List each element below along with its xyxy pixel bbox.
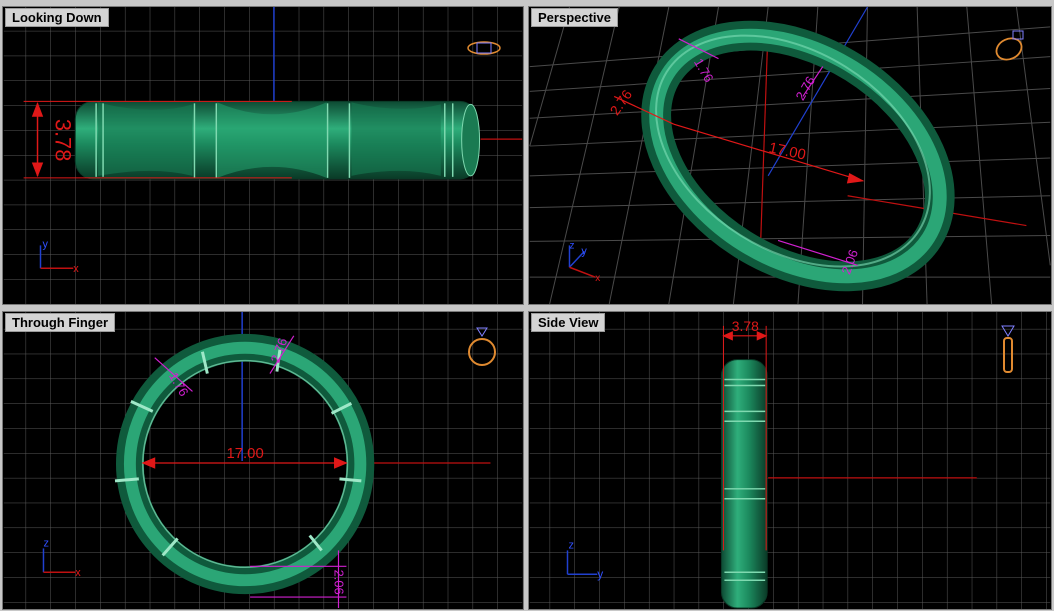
side-view-scene: 3.78 z y xyxy=(529,312,1051,609)
svg-text:2.06: 2.06 xyxy=(332,570,347,595)
svg-text:x: x xyxy=(73,263,79,275)
ring-side-icon[interactable] xyxy=(997,322,1019,378)
viewport-looking-down[interactable]: Looking Down 3.78 y x xyxy=(2,6,524,305)
svg-text:x: x xyxy=(595,273,600,284)
svg-text:y: y xyxy=(581,245,587,257)
through-finger-scene: 17.00 1.76 2.76 2.06 z x xyxy=(3,312,523,609)
svg-text:z: z xyxy=(568,539,573,551)
viewport-perspective[interactable]: Perspective 17.00 2.76 1.76 2.76 2.06 z … xyxy=(528,6,1052,305)
svg-text:x: x xyxy=(75,567,81,579)
svg-text:17.00: 17.00 xyxy=(227,446,264,462)
viewport-side-view[interactable]: Side View 3.78 z y xyxy=(528,311,1052,610)
ring-perspective-icon[interactable] xyxy=(991,25,1031,65)
looking-down-scene: 3.78 y x xyxy=(3,7,523,304)
ring-front-icon[interactable] xyxy=(465,322,499,374)
viewport-title[interactable]: Looking Down xyxy=(5,8,109,27)
dimension-label: 3.78 xyxy=(50,119,75,162)
viewport-title[interactable]: Side View xyxy=(531,313,606,332)
ring-body xyxy=(720,359,768,609)
perspective-scene: 17.00 2.76 1.76 2.76 2.06 z y x xyxy=(529,7,1051,304)
viewport-title[interactable]: Through Finger xyxy=(5,313,116,332)
viewport-through-finger[interactable]: Through Finger 17.00 1.76 2.76 2.06 z x xyxy=(2,311,524,610)
viewport-title[interactable]: Perspective xyxy=(531,8,618,27)
ring-body xyxy=(74,100,481,180)
svg-text:z: z xyxy=(569,240,574,251)
svg-text:17.00: 17.00 xyxy=(767,140,807,163)
svg-text:y: y xyxy=(597,567,603,581)
svg-text:3.78: 3.78 xyxy=(732,318,759,334)
ring-top-icon[interactable] xyxy=(465,37,503,59)
svg-text:y: y xyxy=(42,238,48,250)
svg-text:z: z xyxy=(43,537,48,549)
